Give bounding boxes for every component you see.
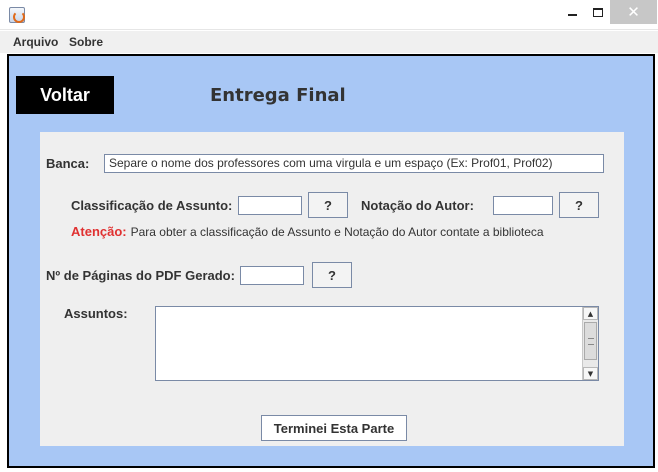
notacao-label: Notação do Autor:: [361, 198, 474, 213]
attention-label: Atenção:: [71, 224, 127, 239]
page-title: Entrega Final: [210, 85, 346, 106]
classificacao-input[interactable]: [238, 196, 302, 215]
attention-note: Atenção: Para obter a classificação de As…: [71, 224, 544, 239]
maximize-button[interactable]: [583, 0, 613, 24]
banca-label: Banca:: [46, 156, 90, 171]
notacao-help-button[interactable]: ?: [559, 192, 599, 218]
scroll-down-arrow-icon[interactable]: ▼: [583, 367, 598, 380]
finish-button[interactable]: Terminei Esta Parte: [261, 415, 407, 441]
menu-bar: Arquivo Sobre: [0, 31, 658, 53]
assuntos-textarea[interactable]: ▲ ▼: [155, 306, 599, 381]
paginas-label: Nº de Páginas do PDF Gerado:: [46, 268, 235, 283]
back-button[interactable]: Voltar: [16, 76, 114, 114]
attention-text: Para obter a classificação de Assunto e …: [130, 225, 544, 239]
assuntos-label: Assuntos:: [64, 306, 128, 321]
maximize-icon: [593, 7, 603, 17]
java-cup-icon: [9, 7, 25, 23]
banca-input[interactable]: Separe o nome dos professores com uma vi…: [104, 154, 604, 173]
close-button[interactable]: ✕: [610, 0, 657, 24]
paginas-help-button[interactable]: ?: [312, 262, 352, 288]
paginas-input[interactable]: [240, 266, 304, 285]
menu-arquivo[interactable]: Arquivo: [13, 35, 58, 49]
classificacao-label: Classificação de Assunto:: [71, 198, 233, 213]
classificacao-help-button[interactable]: ?: [308, 192, 348, 218]
assuntos-scrollbar[interactable]: ▲ ▼: [582, 307, 598, 380]
title-bar: ✕: [0, 0, 658, 30]
notacao-input[interactable]: [493, 196, 553, 215]
form-panel: Banca: Separe o nome dos professores com…: [40, 132, 624, 446]
scroll-up-arrow-icon[interactable]: ▲: [583, 307, 598, 320]
main-frame: Voltar Entrega Final Banca: Separe o nom…: [7, 54, 655, 468]
menu-sobre[interactable]: Sobre: [69, 35, 103, 49]
scroll-thumb[interactable]: [584, 322, 597, 360]
minimize-icon: [567, 14, 577, 16]
